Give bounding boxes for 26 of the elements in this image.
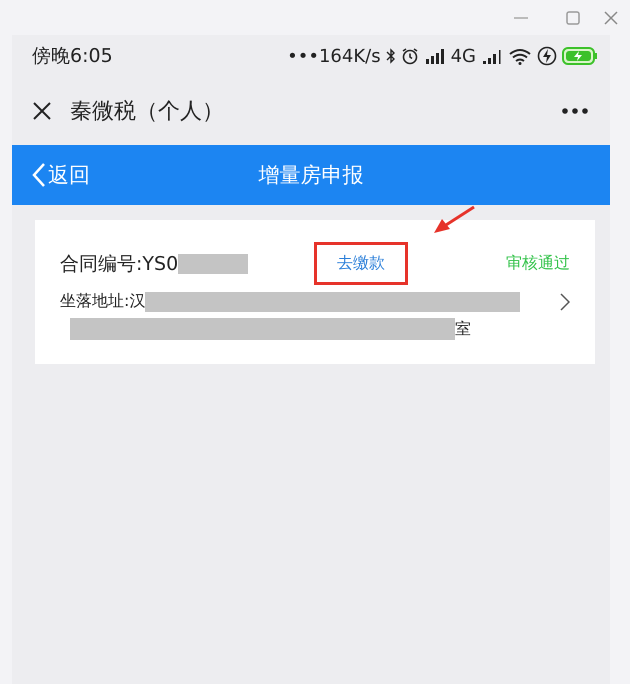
battery-icon — [562, 47, 598, 65]
address-end: 室 — [455, 318, 471, 340]
network-speed: •••164K/s — [287, 46, 381, 66]
back-button[interactable]: 返回 — [12, 161, 90, 189]
pay-link[interactable]: 去缴款 — [314, 242, 408, 285]
redaction-bar — [178, 254, 248, 274]
signal-icon — [424, 48, 446, 64]
wifi-icon — [508, 47, 532, 65]
charging-icon — [537, 46, 557, 66]
record-card[interactable]: 合同编号:YS0 去缴款 审核通过 坐落地址:汉 室 — [35, 220, 595, 364]
contract-label: 合同编号:YS0 — [60, 252, 178, 276]
maximize-icon[interactable] — [566, 10, 580, 24]
more-icon[interactable] — [562, 108, 588, 114]
alarm-icon — [400, 47, 419, 65]
address-label: 坐落地址:汉 — [60, 291, 146, 312]
back-icon — [32, 162, 46, 188]
close-icon[interactable] — [32, 101, 52, 121]
app-title: 秦微税（个人） — [70, 98, 224, 126]
chevron-right-icon[interactable] — [560, 292, 570, 310]
arrow-annotation — [432, 205, 476, 235]
status-time: 傍晚6:05 — [32, 44, 113, 69]
signal-icon — [481, 48, 503, 64]
bluetooth-icon — [386, 48, 396, 64]
status-label: 审核通过 — [506, 253, 570, 274]
nav-title: 增量房申报 — [258, 162, 364, 189]
network-type: 4G — [450, 46, 476, 66]
